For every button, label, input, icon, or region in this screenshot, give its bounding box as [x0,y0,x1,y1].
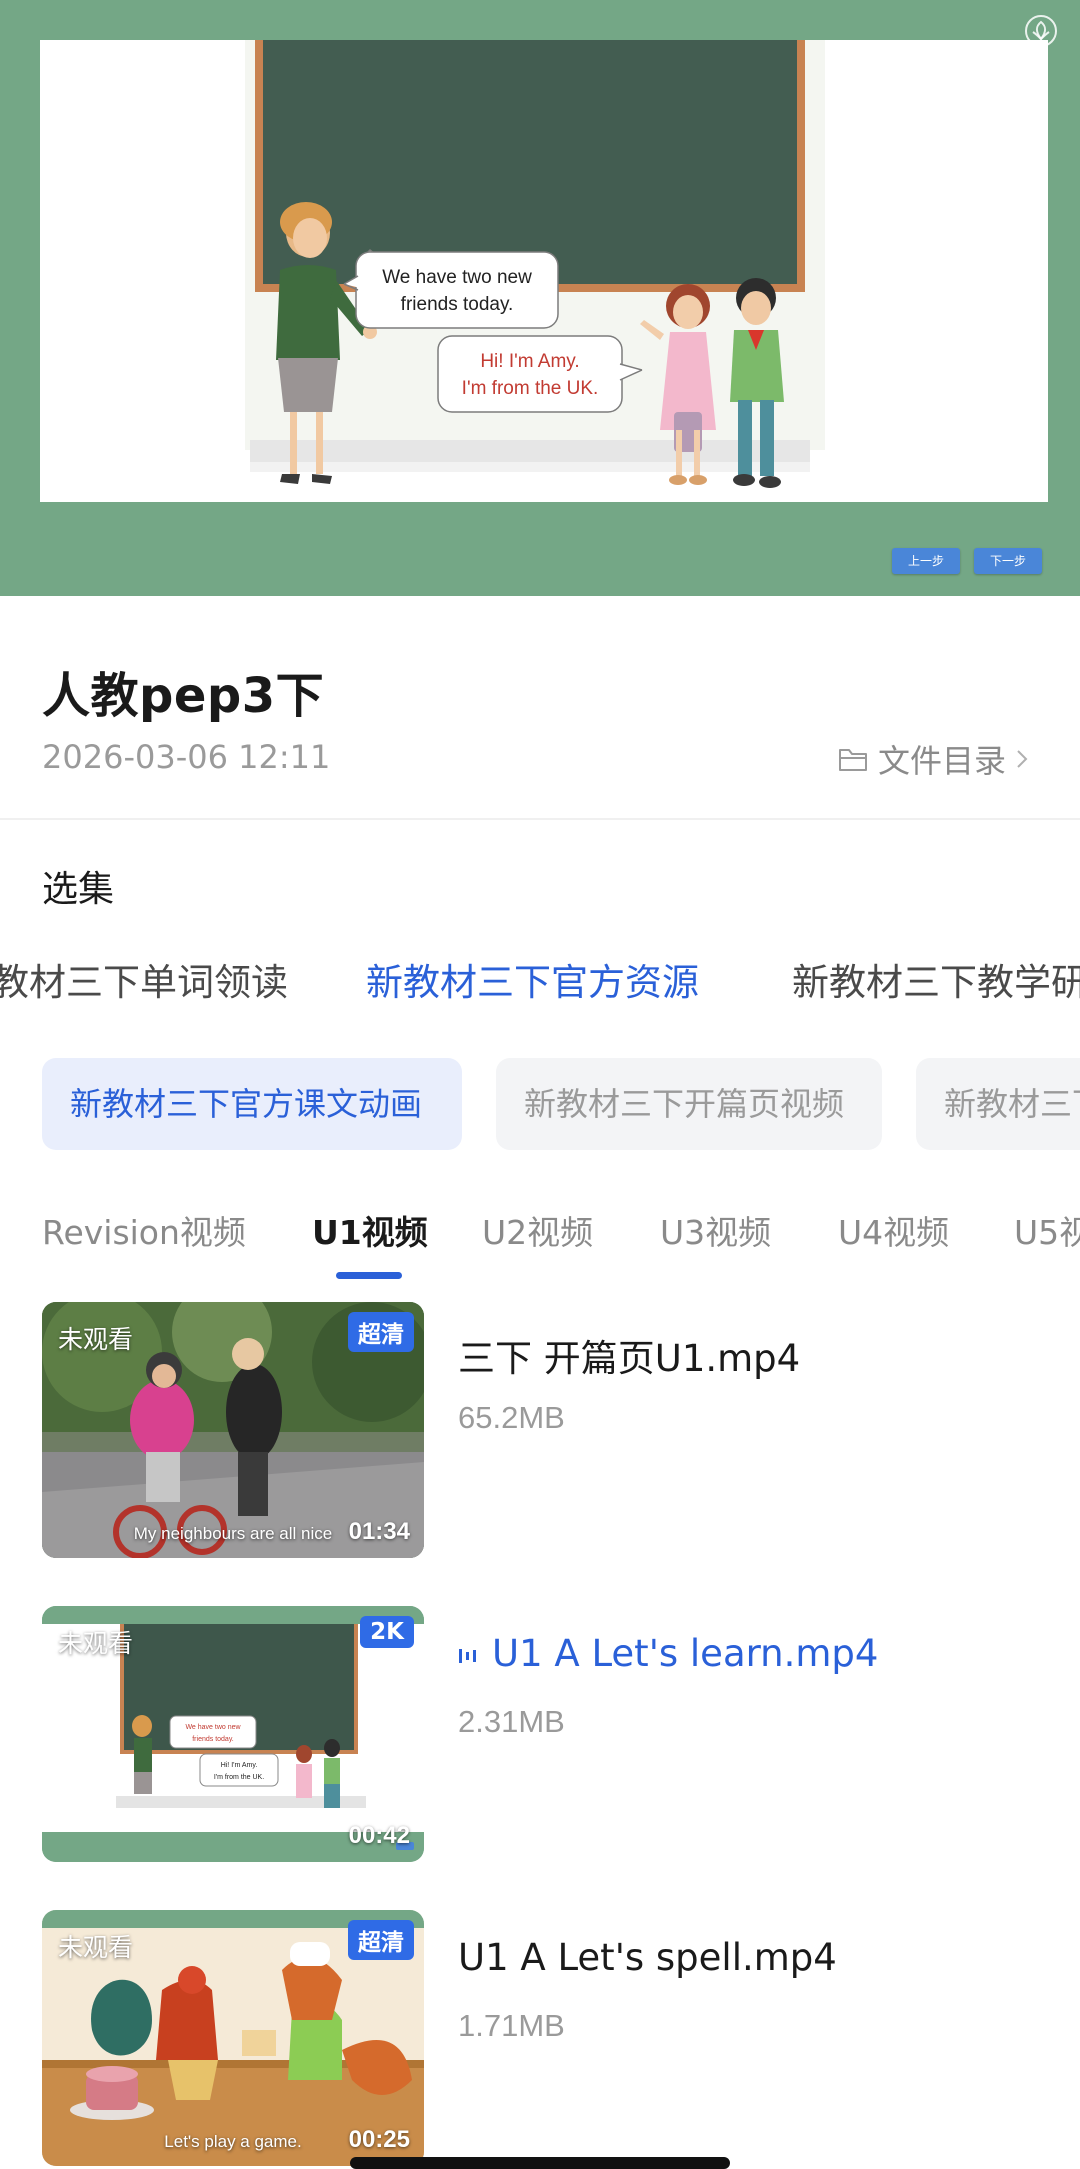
video-thumbnail: We have two new friends today. Hi! I'm A… [42,1606,424,1862]
svg-text:We have two new: We have two new [185,1724,241,1731]
home-indicator [350,2157,730,2169]
collection-tab-teaching[interactable]: 新教材三下教学研 [792,952,1080,1006]
file-directory-label: 文件目录 [877,742,1006,780]
chip-more[interactable]: 新教材三下 [916,1058,1080,1150]
collection-tab-word-reading[interactable]: 教材三下单词领读 [0,952,288,1006]
speech-bubble-amy: Hi! I'm Amy. I'm from the UK. [437,335,643,413]
lesson-slide: We have two new friends today. Hi! I'm A… [40,40,1048,502]
quality-badge: 2K [360,1616,414,1648]
chevron-right-icon [1017,750,1028,768]
divider [0,818,1080,820]
page-title: 人教pep3下 [42,668,325,724]
collection-tab-official-resources[interactable]: 新教材三下官方资源 [366,952,699,1006]
video-list-item[interactable]: 未观看 超清 My neighbours are all nice 01:34 … [42,1302,1042,1558]
episodes-section-label: 选集 [42,869,115,910]
next-step-button[interactable]: 下一步 [974,548,1042,574]
chip-opening-video[interactable]: 新教材三下开篇页视频 [496,1058,882,1150]
collection-tabs: 教材三下单词领读 新教材三下官方资源 新教材三下教学研 [0,952,1080,1012]
video-title: 三下 开篇页U1.mp4 [458,1337,801,1380]
video-title: U1 A Let's spell.mp4 [458,1936,837,1979]
video-size: 65.2MB [458,1400,565,1435]
upload-date: 2026-03-06 12:11 [42,738,331,776]
video-list-item-playing[interactable]: We have two new friends today. Hi! I'm A… [42,1606,1042,1862]
video-size: 2.31MB [458,1704,565,1739]
now-playing-icon [459,1648,476,1663]
svg-text:Hi! I'm Amy.: Hi! I'm Amy. [221,1762,258,1769]
svg-text:I'm from the UK.: I'm from the UK. [214,1774,264,1781]
video-duration: 01:34 [348,1518,410,1545]
svg-text:I'm from the UK.: I'm from the UK. [462,378,599,399]
file-directory-link[interactable]: 文件目录 [838,736,1028,782]
video-thumbnail: 未观看 超清 My neighbours are all nice 01:34 [42,1302,424,1558]
svg-text:We have two new: We have two new [382,267,532,288]
video-size: 1.71MB [458,2008,565,2043]
quality-badge: 超清 [348,1312,414,1352]
folder-icon [838,749,867,771]
active-tab-indicator [336,1272,402,1279]
svg-text:friends today.: friends today. [401,294,514,315]
video-title-playing: U1 A Let's learn.mp4 [458,1632,878,1675]
unit-tab-revision[interactable]: Revision视频 [42,1206,246,1254]
video-duration: 00:42 [348,1822,410,1849]
chip-official-animation[interactable]: 新教材三下官方课文动画 [42,1058,462,1150]
unit-tab-u2[interactable]: U2视频 [482,1206,593,1254]
watch-status-badge: 未观看 [58,1325,134,1354]
video-title-text: U1 A Let's learn.mp4 [492,1632,879,1675]
watch-status-badge: 未观看 [58,1933,134,1962]
speech-bubble-teacher: We have two new friends today. [343,248,559,329]
quality-badge: 超清 [348,1920,414,1960]
video-list-item[interactable]: 未观看 超清 Let's play a game. 00:25 U1 A Let… [42,1910,1042,2166]
video-thumbnail: 未观看 超清 Let's play a game. 00:25 [42,1910,424,2166]
unit-tab-u3[interactable]: U3视频 [660,1206,771,1254]
prev-step-button[interactable]: 上一步 [892,548,960,574]
watch-status-badge: 未观看 [58,1629,134,1658]
unit-tab-u5[interactable]: U5视 [1014,1206,1080,1254]
unit-tab-u4[interactable]: U4视频 [838,1206,949,1254]
video-player[interactable]: We have two new friends today. Hi! I'm A… [0,0,1080,596]
unit-tab-u1[interactable]: U1视频 [312,1206,428,1254]
svg-text:friends today.: friends today. [192,1736,234,1743]
svg-text:Hi! I'm Amy.: Hi! I'm Amy. [480,351,579,372]
video-duration: 00:25 [348,2126,410,2153]
